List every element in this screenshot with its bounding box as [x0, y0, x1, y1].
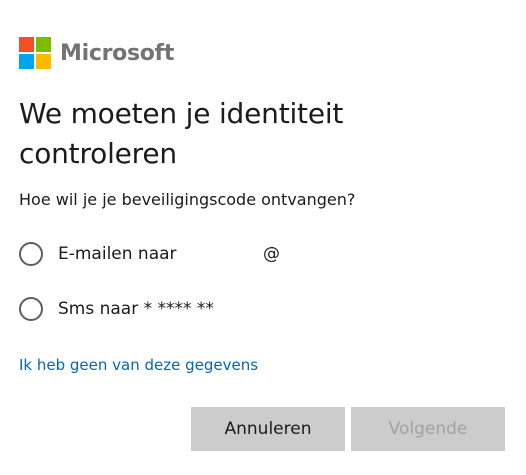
email-radio-button[interactable] — [19, 242, 43, 266]
microsoft-logo-icon — [19, 37, 51, 69]
email-option-label: E-mailen naar — [58, 244, 177, 264]
verify-identity-page: Microsoft We moeten je identiteit contro… — [0, 0, 526, 475]
option-sms[interactable]: Sms naar * **** ** — [19, 297, 214, 321]
brand-name: Microsoft — [60, 40, 175, 66]
page-title: We moeten je identiteit controleren — [19, 97, 344, 170]
email-masked-address: @ — [263, 244, 280, 264]
brand-header: Microsoft — [19, 37, 174, 69]
option-email[interactable]: E-mailen naar @ — [19, 242, 280, 266]
sms-radio-button[interactable] — [19, 297, 43, 321]
cancel-button[interactable]: Annuleren — [191, 407, 345, 451]
security-code-question: Hoe wil je je beveiligingscode ontvangen… — [19, 190, 356, 209]
sms-option-label: Sms naar * **** ** — [58, 299, 214, 319]
no-info-link[interactable]: Ik heb geen van deze gegevens — [19, 356, 258, 374]
next-button[interactable]: Volgende — [351, 407, 505, 451]
